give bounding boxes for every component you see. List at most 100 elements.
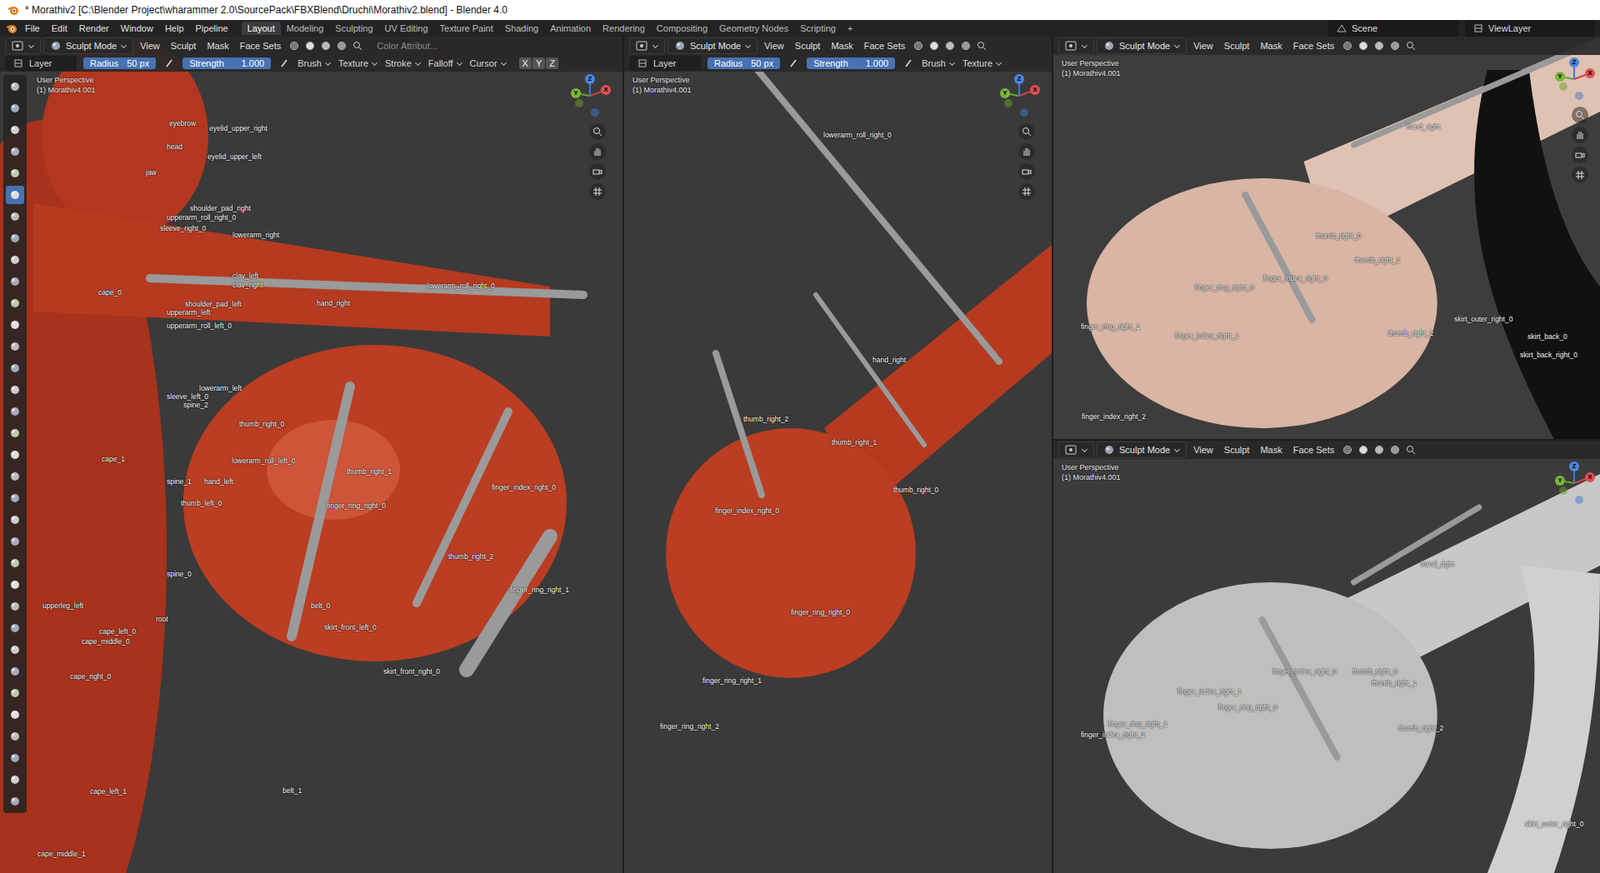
tool-button[interactable] — [5, 77, 25, 96]
tool-button[interactable] — [5, 684, 25, 703]
header-menu[interactable]: Mask — [1255, 444, 1286, 456]
tool-button[interactable] — [5, 575, 25, 595]
nav-button[interactable] — [1018, 123, 1035, 140]
header-menu[interactable]: View — [760, 40, 789, 52]
nav-button[interactable] — [1018, 143, 1035, 160]
layer-field[interactable]: Layer — [5, 55, 77, 71]
tool-settings-menu[interactable]: Falloff — [428, 58, 464, 69]
tool-button[interactable] — [5, 250, 25, 270]
viewport-3d[interactable]: lowerarm_roll_right_0hand_rightthumb_rig… — [624, 36, 1052, 873]
tool-button[interactable] — [5, 445, 25, 465]
shading-icon[interactable] — [335, 39, 349, 53]
nav-button[interactable] — [1571, 126, 1589, 144]
viewport-canvas[interactable]: hand_rightthumb_right_0thumb_right_1fing… — [1053, 36, 1600, 440]
tool-button[interactable] — [5, 597, 25, 616]
search-icon[interactable] — [1404, 443, 1418, 457]
shading-icon[interactable] — [1340, 39, 1355, 53]
gizmo-axis[interactable]: Z — [1569, 57, 1580, 68]
shading-icon[interactable] — [1388, 39, 1402, 53]
nav-button[interactable] — [1571, 146, 1589, 164]
scene-field[interactable]: Scene — [1328, 20, 1459, 37]
tool-button[interactable] — [5, 402, 25, 421]
tool-button[interactable] — [5, 770, 25, 790]
workspace-tab[interactable]: Compositing — [650, 21, 714, 35]
tool-settings-menu[interactable]: Texture — [338, 58, 379, 69]
shading-icon[interactable] — [287, 39, 301, 53]
mode-dropdown[interactable]: Sculpt Mode — [43, 37, 134, 55]
navigation-gizmo[interactable]: XYZ — [996, 73, 1042, 119]
tool-button[interactable] — [5, 359, 25, 378]
pressure-icon[interactable] — [786, 56, 800, 70]
tool-button[interactable] — [5, 207, 25, 226]
menu-item[interactable]: Pipeline — [190, 21, 234, 35]
shading-icon[interactable] — [1340, 443, 1355, 457]
gizmo-axis[interactable]: X — [1585, 68, 1595, 79]
editor-type-dropdown[interactable] — [629, 37, 665, 55]
axis-button[interactable]: Z — [545, 57, 559, 70]
tool-button[interactable] — [5, 619, 25, 638]
viewport-3d[interactable]: hand_rightfinger_index_right_0thumb_righ… — [1053, 440, 1600, 873]
add-workspace-button[interactable]: + — [841, 21, 859, 35]
header-menu[interactable]: View — [135, 40, 165, 52]
header-menu[interactable]: Mask — [1255, 40, 1286, 52]
shading-icon[interactable] — [1372, 39, 1386, 53]
tool-button[interactable] — [5, 510, 25, 530]
gizmo-axis[interactable]: Z — [1014, 74, 1025, 85]
tool-button[interactable] — [5, 142, 25, 161]
header-menu[interactable]: Sculpt — [1220, 40, 1255, 52]
tool-button[interactable] — [5, 185, 25, 205]
workspace-tab[interactable]: Geometry Nodes — [713, 21, 795, 35]
tool-button[interactable] — [5, 749, 25, 768]
mode-dropdown[interactable]: Sculpt Mode — [1096, 441, 1187, 459]
workspace-tab[interactable]: Sculpting — [329, 21, 379, 35]
strength-field[interactable]: Strength1.000 — [182, 57, 271, 70]
view-layer-field[interactable]: ViewLayer — [1465, 20, 1595, 37]
tool-button[interactable] — [5, 99, 25, 118]
shading-icon[interactable] — [927, 39, 941, 53]
header-menu[interactable]: Mask — [202, 40, 233, 52]
search-icon[interactable] — [1404, 39, 1418, 53]
navigation-gizmo[interactable]: X YZ — [1551, 56, 1597, 102]
nav-button[interactable] — [589, 123, 606, 140]
tool-button[interactable] — [5, 294, 25, 313]
header-menu[interactable]: Mask — [826, 40, 857, 52]
shading-icon[interactable] — [1356, 39, 1370, 53]
pressure-icon[interactable] — [162, 56, 176, 70]
header-menu[interactable]: Face Sets — [1289, 444, 1340, 456]
mode-dropdown[interactable]: Sculpt Mode — [667, 37, 758, 55]
header-menu[interactable]: Sculpt — [166, 40, 201, 52]
editor-type-dropdown[interactable] — [5, 37, 41, 55]
workspace-tab[interactable]: Shading — [499, 21, 545, 35]
pressure-icon[interactable] — [901, 56, 915, 70]
workspace-tab[interactable]: UV Editing — [379, 21, 435, 35]
navigation-gizmo[interactable]: XYZ — [567, 73, 613, 119]
color-attribute-dropdown[interactable]: Color Attribut... — [376, 40, 438, 51]
nav-button[interactable] — [589, 143, 606, 160]
menu-item[interactable]: Window — [115, 21, 159, 35]
header-menu[interactable]: Sculpt — [1220, 444, 1255, 456]
tool-button[interactable] — [5, 337, 25, 356]
header-menu[interactable]: View — [1189, 40, 1218, 52]
workspace-tab[interactable]: Texture Paint — [434, 21, 500, 35]
shading-icon[interactable] — [943, 39, 957, 53]
axis-button[interactable]: Y — [532, 57, 545, 70]
workspace-tab[interactable]: Modeling — [280, 21, 330, 35]
layer-field[interactable]: Layer — [629, 55, 701, 71]
radius-field[interactable]: Radius50 px — [707, 57, 780, 70]
editor-type-dropdown[interactable] — [1058, 441, 1095, 459]
workspace-tab[interactable]: Scripting — [794, 21, 842, 35]
pressure-icon[interactable] — [277, 56, 291, 70]
nav-button[interactable] — [1571, 106, 1589, 124]
gizmo-axis[interactable]: Y — [1555, 71, 1565, 82]
tool-button[interactable] — [5, 120, 25, 140]
workspace-tab[interactable]: Layout — [241, 21, 281, 35]
gizmo-axis[interactable]: X — [1585, 472, 1595, 483]
tool-button[interactable] — [5, 467, 25, 486]
nav-button[interactable] — [589, 183, 606, 200]
search-icon[interactable] — [350, 39, 365, 53]
tool-settings-menu[interactable]: Texture — [962, 58, 1003, 69]
editor-type-dropdown[interactable] — [1058, 37, 1095, 55]
tool-button[interactable] — [5, 315, 25, 335]
gizmo-axis[interactable]: Z — [1569, 461, 1580, 472]
nav-button[interactable] — [1018, 183, 1035, 200]
